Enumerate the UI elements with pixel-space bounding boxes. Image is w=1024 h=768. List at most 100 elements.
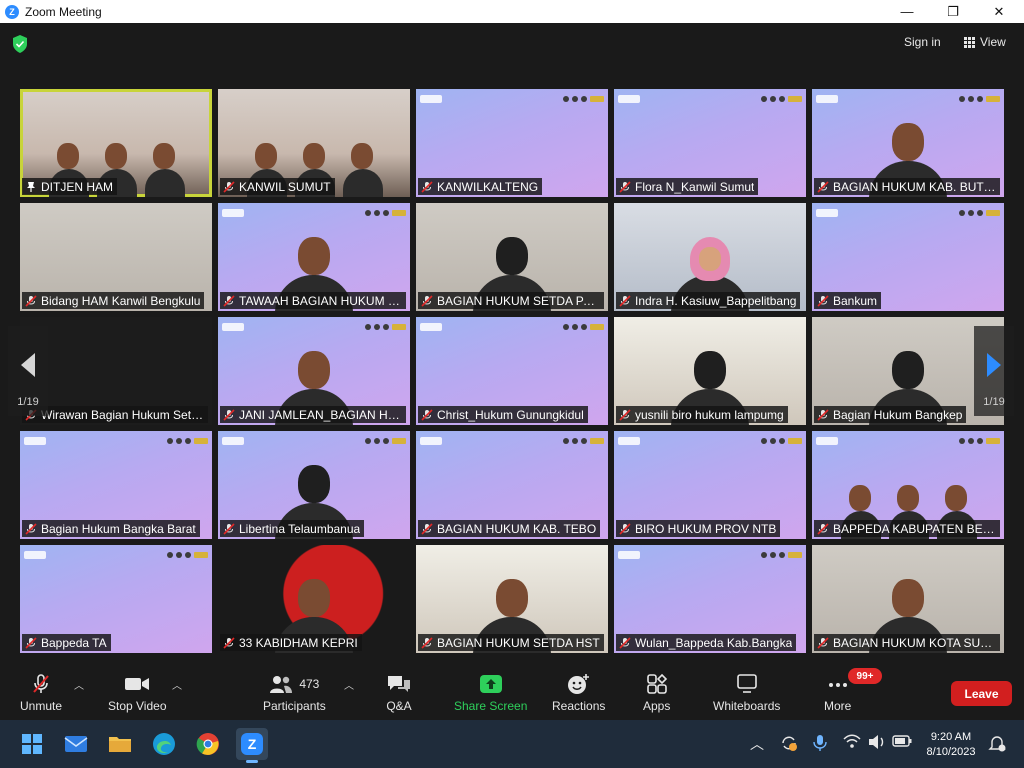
participant-video-tile[interactable]: Bidang HAM Kanwil Bengkulu xyxy=(20,203,212,311)
more-dots-icon xyxy=(828,683,847,687)
notification-center-icon[interactable] xyxy=(988,734,1006,755)
participant-name: BAGIAN HUKUM KAB. TEBO xyxy=(437,521,597,536)
participant-video-tile[interactable]: KANWILKALTENG xyxy=(416,89,608,197)
apps-icon xyxy=(646,673,667,694)
zoom-taskbar-icon[interactable]: Z xyxy=(236,728,268,763)
participant-video-tile[interactable]: 33 KABIDHAM KEPRI xyxy=(218,545,410,653)
participant-video-tile[interactable]: TAWAAH BAGIAN HUKUM KAB. SORONG xyxy=(218,203,410,311)
reactions-button[interactable]: Reactions xyxy=(552,673,605,713)
next-page-button[interactable]: 1/19 xyxy=(974,326,1014,416)
svg-text:Z: Z xyxy=(248,736,257,752)
participant-video-tile[interactable]: DITJEN HAM xyxy=(20,89,212,197)
edge-browser-icon[interactable] xyxy=(148,728,180,760)
participant-name-bar: KANWIL SUMUT xyxy=(220,178,335,195)
event-banner xyxy=(24,435,208,447)
windows-start-icon[interactable] xyxy=(16,728,48,760)
minimize-button[interactable]: — xyxy=(884,0,930,23)
window-title-bar: Z Zoom Meeting — ❐ ✕ xyxy=(0,0,1024,23)
qa-button[interactable]: Q&A xyxy=(386,673,412,713)
whiteboards-button[interactable]: Whiteboards xyxy=(713,673,780,713)
zoom-logo-icon: Z xyxy=(5,4,19,19)
clock-time: 9:20 AM xyxy=(930,731,972,743)
participant-video-tile[interactable]: Bagian Hukum Bangka Barat xyxy=(20,431,212,539)
sync-status-icon[interactable] xyxy=(780,734,798,755)
event-banner xyxy=(222,435,406,447)
participant-name: Christ_Hukum Gunungkidul xyxy=(437,407,584,422)
battery-icon[interactable] xyxy=(892,734,912,751)
audio-options-caret-icon[interactable]: ︿ xyxy=(74,677,84,692)
participant-name-bar: BIRO HUKUM PROV NTB xyxy=(616,520,781,537)
meeting-header xyxy=(0,23,1024,65)
participant-video-tile[interactable]: Flora N_Kanwil Sumut xyxy=(614,89,806,197)
participants-button[interactable]: 473 Participants xyxy=(263,673,326,713)
participant-name: 33 KABIDHAM KEPRI xyxy=(239,635,358,650)
participant-name: BAGIAN HUKUM SETDA PAPUA xyxy=(437,293,600,308)
participant-video-tile[interactable]: Libertina Telaumbanua xyxy=(218,431,410,539)
participant-video-tile[interactable]: yusnili biro hukum lampumg xyxy=(614,317,806,425)
share-screen-icon xyxy=(479,675,502,693)
sign-in-link[interactable]: Sign in xyxy=(904,35,941,53)
participant-video-tile[interactable]: Bappeda TA xyxy=(20,545,212,653)
participant-video-tile[interactable]: Bankum xyxy=(812,203,1004,311)
video-camera-icon xyxy=(125,678,150,690)
reactions-smiley-icon xyxy=(567,674,589,694)
window-title: Zoom Meeting xyxy=(25,4,102,19)
muted-microphone-icon xyxy=(421,408,433,421)
stop-video-button[interactable]: Stop Video xyxy=(108,673,167,713)
view-button[interactable]: View xyxy=(964,35,1006,49)
participant-name-bar: Christ_Hukum Gunungkidul xyxy=(418,406,588,423)
muted-microphone-icon xyxy=(223,636,235,649)
participant-video-tile[interactable]: Christ_Hukum Gunungkidul xyxy=(416,317,608,425)
qa-icon xyxy=(388,676,410,692)
microphone-tray-icon[interactable] xyxy=(813,734,827,755)
event-banner xyxy=(420,321,604,333)
participant-name: BAPPEDA KABUPATEN BENGKULU xyxy=(833,521,996,536)
participant-video-tile[interactable]: BAGIAN HUKUM KAB. BUTON SELATAN xyxy=(812,89,1004,197)
participant-name: Libertina Telaumbanua xyxy=(239,521,361,536)
participant-video-tile[interactable]: BAPPEDA KABUPATEN BENGKULU xyxy=(812,431,1004,539)
participants-caret-icon[interactable]: ︿ xyxy=(344,677,354,692)
participant-video-tile[interactable]: BAGIAN HUKUM KAB. TEBO xyxy=(416,431,608,539)
apps-button[interactable]: Apps xyxy=(643,673,670,713)
participant-name-bar: Wirawan Bagian Hukum Setda xyxy=(22,406,208,423)
security-shield-icon[interactable] xyxy=(12,35,28,53)
close-window-button[interactable]: ✕ xyxy=(976,0,1022,23)
volume-icon[interactable] xyxy=(868,734,886,753)
mail-app-icon[interactable] xyxy=(60,728,92,760)
unmute-button[interactable]: Unmute xyxy=(20,673,62,713)
file-explorer-icon[interactable] xyxy=(104,728,136,760)
more-notification-badge: 99+ xyxy=(848,668,882,684)
participant-video-tile[interactable]: BAGIAN HUKUM SETDA PAPUA xyxy=(416,203,608,311)
chrome-browser-icon[interactable] xyxy=(192,728,224,760)
leave-button[interactable]: Leave xyxy=(951,681,1012,706)
participant-video-tile[interactable]: BIRO HUKUM PROV NTB xyxy=(614,431,806,539)
video-options-caret-icon[interactable]: ︿ xyxy=(172,677,182,692)
show-hidden-icons-icon[interactable]: ︿ xyxy=(750,734,764,754)
maximize-button[interactable]: ❐ xyxy=(930,0,976,23)
windows-taskbar: Z ︿ xyxy=(0,720,1024,768)
view-label: View xyxy=(980,35,1006,49)
participant-name-bar: BAGIAN HUKUM KAB. BUTON SELATAN xyxy=(814,178,1000,195)
muted-microphone-icon xyxy=(619,408,631,421)
previous-page-button[interactable]: 1/19 xyxy=(8,326,48,416)
participant-name: Bagian Hukum Bangkep xyxy=(833,407,963,422)
participant-video-tile[interactable]: BAGIAN HUKUM KOTA SUKABUMI xyxy=(812,545,1004,653)
participant-video-tile[interactable]: BAGIAN HUKUM SETDA HST xyxy=(416,545,608,653)
participant-video-tile[interactable]: JANI JAMLEAN_BAGIAN HUKUM xyxy=(218,317,410,425)
event-banner xyxy=(420,435,604,447)
participant-name-bar: BAGIAN HUKUM SETDA PAPUA xyxy=(418,292,604,309)
participant-video-tile[interactable]: Indra H. Kasiuw_Bappelitbang xyxy=(614,203,806,311)
muted-microphone-icon xyxy=(619,636,631,649)
share-screen-button[interactable]: Share Screen xyxy=(454,673,527,713)
participant-video-tile[interactable]: Wirawan Bagian Hukum Setda xyxy=(20,317,212,425)
more-button[interactable]: More xyxy=(824,673,851,713)
muted-microphone-icon xyxy=(619,294,631,307)
participant-name-bar: BAGIAN HUKUM KAB. TEBO xyxy=(418,520,601,537)
participant-name-bar: 33 KABIDHAM KEPRI xyxy=(220,634,362,651)
participant-video-tile[interactable]: KANWIL SUMUT xyxy=(218,89,410,197)
taskbar-clock[interactable]: 9:20 AM 8/10/2023 xyxy=(916,730,986,760)
wifi-icon[interactable] xyxy=(843,734,861,753)
participant-name-bar: Flora N_Kanwil Sumut xyxy=(616,178,759,195)
participant-video-tile[interactable]: Wulan_Bappeda Kab.Bangka xyxy=(614,545,806,653)
stop-video-label: Stop Video xyxy=(108,699,167,713)
